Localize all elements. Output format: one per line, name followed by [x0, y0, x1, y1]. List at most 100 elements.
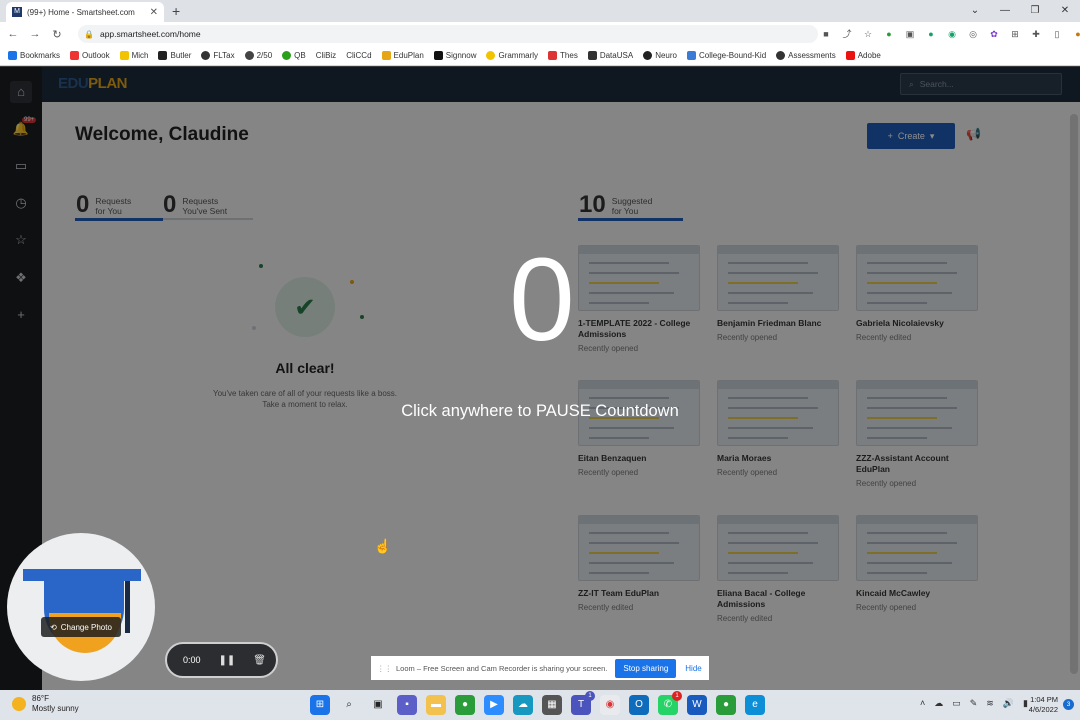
bookmark-item[interactable]: QB — [282, 51, 306, 60]
extension-icon[interactable]: ▣ — [902, 26, 918, 42]
share-banner-text: Loom – Free Screen and Cam Recorder is s… — [396, 663, 608, 673]
change-photo-button[interactable]: ⟲ Change Photo — [41, 617, 121, 637]
globe-icon — [244, 51, 254, 60]
puzzle-icon[interactable]: ✚ — [1028, 26, 1044, 42]
whatsapp-icon[interactable]: ✆ 1 — [658, 691, 682, 715]
address-bar[interactable]: 🔒 app.smartsheet.com/home — [78, 25, 818, 43]
bookmark-item[interactable]: Neuro — [643, 51, 677, 60]
bookmark-item[interactable]: Mich — [119, 51, 148, 60]
profile-icon[interactable]: ● — [1070, 26, 1080, 42]
tab-close-icon[interactable]: ✕ — [150, 7, 158, 18]
restore-button[interactable]: ❐ — [1020, 0, 1050, 22]
evernote-icon[interactable]: ● — [881, 26, 897, 42]
close-window-button[interactable]: ✕ — [1050, 0, 1080, 22]
notification-count[interactable]: 3 — [1063, 699, 1074, 710]
search-icon[interactable]: ⌕ — [339, 695, 359, 715]
back-button[interactable]: ← — [4, 28, 22, 40]
url-text: app.smartsheet.com/home — [99, 29, 201, 39]
wifi-icon[interactable]: ≋ — [986, 698, 994, 709]
start-icon[interactable]: ⊞ — [310, 695, 330, 715]
screen-share-banner: ⋮⋮ Loom – Free Screen and Cam Recorder i… — [371, 656, 709, 680]
sidepanel-icon[interactable]: ▯ — [1049, 26, 1065, 42]
trash-icon[interactable]: 🗑 — [253, 655, 266, 666]
bookmark-item[interactable]: Bookmarks — [8, 51, 60, 60]
battery-icon[interactable]: ▮ — [1023, 698, 1028, 709]
display-icon[interactable]: ▭ — [952, 698, 961, 709]
tab-title: (99+) Home - Smartsheet.com — [27, 7, 135, 17]
chrome-icon[interactable]: ◉ — [600, 695, 620, 715]
bookmark-item[interactable]: Assessments — [776, 51, 836, 60]
salesforce-icon[interactable]: ☁ — [513, 695, 533, 715]
pause-icon[interactable]: ❚❚ — [219, 655, 236, 666]
cloud-icon[interactable]: ☁ — [934, 698, 943, 709]
hand-cursor-icon: ☝ — [374, 538, 392, 554]
neuro-icon — [643, 51, 653, 60]
system-tray: ˄ ☁ ▭ ✎ ≋ 🔊 ▮ — [920, 698, 1028, 709]
refresh-icon: ⟲ — [50, 622, 57, 632]
github-icon[interactable]: ◎ — [965, 26, 981, 42]
date: 4/6/2022 — [1028, 705, 1058, 714]
forward-button[interactable]: → — [26, 28, 44, 40]
bookmark-item[interactable]: EduPlan — [381, 51, 424, 60]
settings-icon[interactable]: ✿ — [986, 26, 1002, 42]
calculator-icon[interactable]: ▦ — [542, 695, 562, 715]
chevron-down-icon[interactable]: ⌄ — [960, 0, 990, 22]
bookmark-item[interactable]: Butler — [158, 51, 191, 60]
share-icon[interactable]: ⤴ — [839, 26, 855, 42]
minimize-button[interactable]: — — [990, 0, 1020, 22]
word-icon[interactable]: W — [687, 695, 707, 715]
bookmark-item[interactable]: DataUSA — [587, 51, 633, 60]
graduation-cap-icon — [381, 51, 391, 60]
browser-tab[interactable]: M (99+) Home - Smartsheet.com ✕ — [6, 2, 164, 22]
bookmark-item[interactable]: 2/50 — [244, 51, 272, 60]
bookmark-item[interactable]: Grammarly — [486, 51, 538, 60]
bookmark-item[interactable]: CliBiz — [316, 51, 336, 60]
bookmark-item[interactable]: CliCCd — [346, 51, 371, 60]
bookmark-item[interactable]: College-Bound-Kid — [686, 51, 766, 60]
teams-icon[interactable]: T1 — [571, 691, 595, 715]
loom-icon[interactable]: ◉ — [944, 26, 960, 42]
evernote-icon[interactable]: ● — [716, 695, 736, 715]
new-tab-button[interactable]: + — [172, 3, 180, 19]
windows-taskbar: 86°F Mostly sunny ⊞ ⌕ ▣ ▪ ▬ ● ▶ ☁ ▦ T1 ◉ … — [0, 690, 1080, 720]
globe-icon — [776, 51, 786, 60]
star-icon[interactable]: ☆ — [860, 26, 876, 42]
teams-chat-icon[interactable]: ▪ — [397, 695, 417, 715]
chevron-up-icon[interactable]: ˄ — [920, 698, 925, 709]
weather-condition: Mostly sunny — [32, 704, 79, 713]
hide-button[interactable]: Hide — [685, 664, 701, 673]
bookmark-item[interactable]: FLTax — [201, 51, 235, 60]
camera-icon[interactable]: ■ — [818, 26, 834, 42]
bookmark-item[interactable]: Signnow — [433, 51, 476, 60]
stop-sharing-button[interactable]: Stop sharing — [615, 658, 677, 678]
smartsheet-favicon-icon: M — [12, 7, 22, 17]
clock[interactable]: 1:04 PM 4/6/2022 — [1029, 695, 1058, 715]
volume-icon[interactable]: 🔊 — [1003, 698, 1014, 709]
outlook-icon[interactable]: O — [629, 695, 649, 715]
bookmark-item[interactable]: Outlook — [70, 51, 110, 60]
countdown-overlay[interactable] — [0, 67, 1080, 690]
edge-icon[interactable]: e — [745, 695, 765, 715]
file-explorer-icon[interactable]: ▬ — [426, 695, 446, 715]
m-icon — [119, 51, 129, 60]
globe-icon — [201, 51, 211, 60]
bookmark-item[interactable]: Adobe — [845, 51, 881, 60]
translate-icon[interactable]: ⊞ — [1007, 26, 1023, 42]
windows-icon — [70, 51, 80, 60]
camera-bubble[interactable]: ⟲ Change Photo — [7, 533, 155, 681]
recording-timer: 0:00 — [183, 655, 201, 665]
signnow-icon — [433, 51, 443, 60]
reload-button[interactable]: ↻ — [48, 28, 66, 41]
drag-handle-icon[interactable]: ⋮⋮ — [377, 664, 392, 673]
datausa-icon — [587, 51, 597, 60]
adobe-icon — [845, 51, 855, 60]
grammarly-icon[interactable]: ● — [923, 26, 939, 42]
qb-icon — [282, 51, 292, 60]
zoom-icon[interactable]: ▶ — [484, 695, 504, 715]
pen-icon[interactable]: ✎ — [970, 698, 978, 709]
cap-board-shape — [23, 569, 141, 581]
bookmark-item[interactable]: Thes — [548, 51, 578, 60]
task-view-icon[interactable]: ▣ — [368, 695, 388, 715]
evernote-icon[interactable]: ● — [455, 695, 475, 715]
weather-widget[interactable]: 86°F Mostly sunny — [12, 694, 79, 714]
